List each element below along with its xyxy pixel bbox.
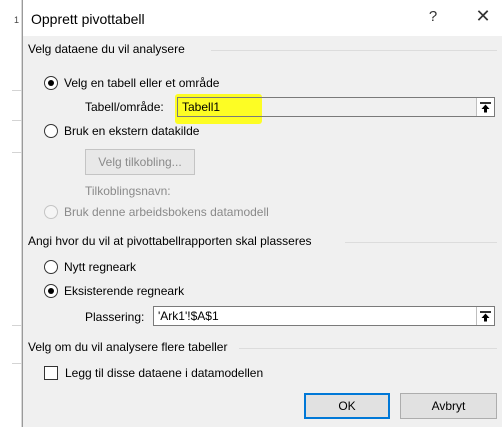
section-title-data: Velg dataene du vil analysere [28, 42, 185, 56]
radio-label: Velg en tabell eller et område [64, 76, 220, 90]
row-divider [12, 90, 22, 91]
radio-button[interactable] [44, 76, 58, 90]
table-range-label: Tabell/område: [85, 100, 164, 114]
radio-new-worksheet[interactable]: Nytt regneark [44, 260, 136, 274]
row-divider [12, 152, 22, 153]
radio-external-source[interactable]: Bruk en ekstern datakilde [44, 124, 199, 138]
location-label: Plassering: [85, 310, 145, 324]
radio-label: Bruk en ekstern datakilde [64, 124, 200, 138]
add-to-datamodel-label: Legg til disse dataene i datamodellen [65, 366, 264, 380]
close-icon[interactable]: ✕ [473, 6, 493, 27]
spreadsheet-background: 1 [0, 0, 22, 427]
radio-label: Nytt regneark [64, 260, 137, 274]
cancel-button[interactable]: Avbryt [400, 393, 497, 419]
choose-connection-button[interactable]: Velg tilkobling... [85, 149, 195, 175]
section-divider [345, 242, 497, 243]
connection-name-label: Tilkoblingsnavn: [85, 184, 171, 198]
section-title-multiple-tables: Velg om du vil analysere flere tabeller [28, 340, 228, 354]
range-picker-icon[interactable] [476, 98, 494, 116]
dialog-title: Opprett pivottabell [31, 11, 145, 27]
radio-label: Eksisterende regneark [64, 284, 185, 298]
row-marker: 1 [14, 15, 20, 25]
ok-button[interactable]: OK [304, 393, 390, 419]
location-value: 'Ark1'!$A$1 [158, 309, 219, 323]
radio-button[interactable] [44, 260, 58, 274]
row-divider [12, 325, 22, 326]
radio-button[interactable] [44, 284, 58, 298]
radio-table-range[interactable]: Velg en tabell eller et område [44, 76, 219, 90]
location-input[interactable]: 'Ark1'!$A$1 [153, 306, 495, 326]
create-pivot-dialog: Opprett pivottabell ? ✕ Velg dataene du … [22, 0, 502, 427]
table-range-input[interactable]: Tabell1 [177, 97, 495, 117]
radio-existing-worksheet[interactable]: Eksisterende regneark [44, 284, 184, 298]
help-icon[interactable]: ? [425, 8, 441, 25]
radio-label: Bruk denne arbeidsbokens datamodell [64, 205, 269, 219]
row-divider [12, 120, 22, 121]
table-range-value: Tabell1 [182, 100, 221, 114]
row-divider [12, 363, 22, 364]
add-to-datamodel-checkbox[interactable] [44, 366, 58, 380]
range-picker-icon[interactable] [476, 307, 494, 325]
section-divider [239, 348, 497, 349]
radio-datamodel[interactable]: Bruk denne arbeidsbokens datamodell [44, 205, 269, 219]
title-bar: Opprett pivottabell ? ✕ [23, 0, 502, 36]
radio-button[interactable] [44, 124, 58, 138]
section-title-placement: Angi hvor du vil at pivottabellrapporten… [28, 234, 312, 248]
radio-button[interactable] [44, 205, 58, 219]
section-divider [211, 50, 497, 51]
